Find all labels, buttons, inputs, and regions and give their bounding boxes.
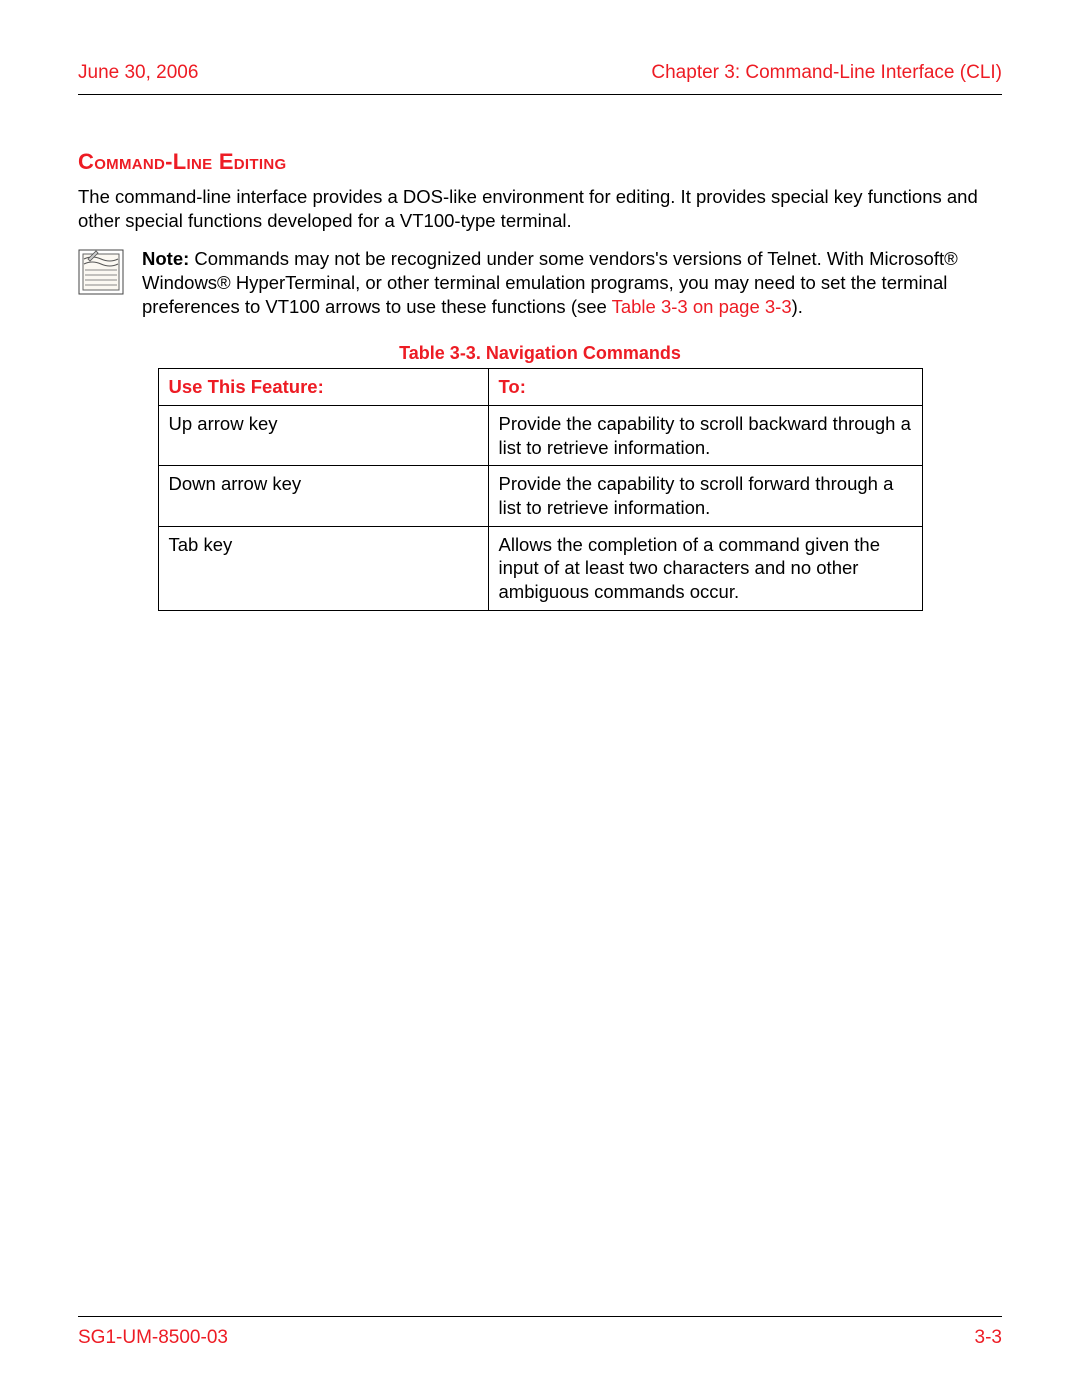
table-header-row: Use This Feature: To: xyxy=(158,369,922,406)
table-header-feature: Use This Feature: xyxy=(158,369,488,406)
table-row: Down arrow key Provide the capability to… xyxy=(158,466,922,526)
table-row: Tab key Allows the completion of a comma… xyxy=(158,526,922,610)
section-title: Command-Line Editing xyxy=(78,149,1002,175)
table-xref-link[interactable]: Table 3-3 on page 3-3 xyxy=(612,296,792,317)
note-block: Note: Commands may not be recognized und… xyxy=(78,247,1002,319)
header-rule xyxy=(78,94,1002,95)
cell-feature: Up arrow key xyxy=(158,405,488,465)
table-row: Up arrow key Provide the capability to s… xyxy=(158,405,922,465)
note-body-after: ). xyxy=(792,296,803,317)
note-body-before: Commands may not be recognized under som… xyxy=(142,248,958,317)
note-icon xyxy=(78,247,124,295)
page-header: June 30, 2006 Chapter 3: Command-Line In… xyxy=(78,62,1002,94)
section-intro: The command-line interface provides a DO… xyxy=(78,185,1002,233)
cell-to: Allows the completion of a command given… xyxy=(488,526,922,610)
cell-feature: Tab key xyxy=(158,526,488,610)
table-header-to: To: xyxy=(488,369,922,406)
page-footer: SG1-UM-8500-03 3-3 xyxy=(78,1316,1002,1349)
cell-feature: Down arrow key xyxy=(158,466,488,526)
cell-to: Provide the capability to scroll forward… xyxy=(488,466,922,526)
header-chapter: Chapter 3: Command-Line Interface (CLI) xyxy=(651,62,1002,84)
footer-rule xyxy=(78,1316,1002,1317)
note-label: Note: xyxy=(142,248,189,269)
note-text: Note: Commands may not be recognized und… xyxy=(142,247,1002,319)
footer-doc-id: SG1-UM-8500-03 xyxy=(78,1327,228,1349)
cell-to: Provide the capability to scroll backwar… xyxy=(488,405,922,465)
table-caption: Table 3-3. Navigation Commands xyxy=(78,343,1002,364)
navigation-commands-table: Use This Feature: To: Up arrow key Provi… xyxy=(158,368,923,610)
footer-page-number: 3-3 xyxy=(975,1327,1002,1349)
header-date: June 30, 2006 xyxy=(78,62,198,84)
